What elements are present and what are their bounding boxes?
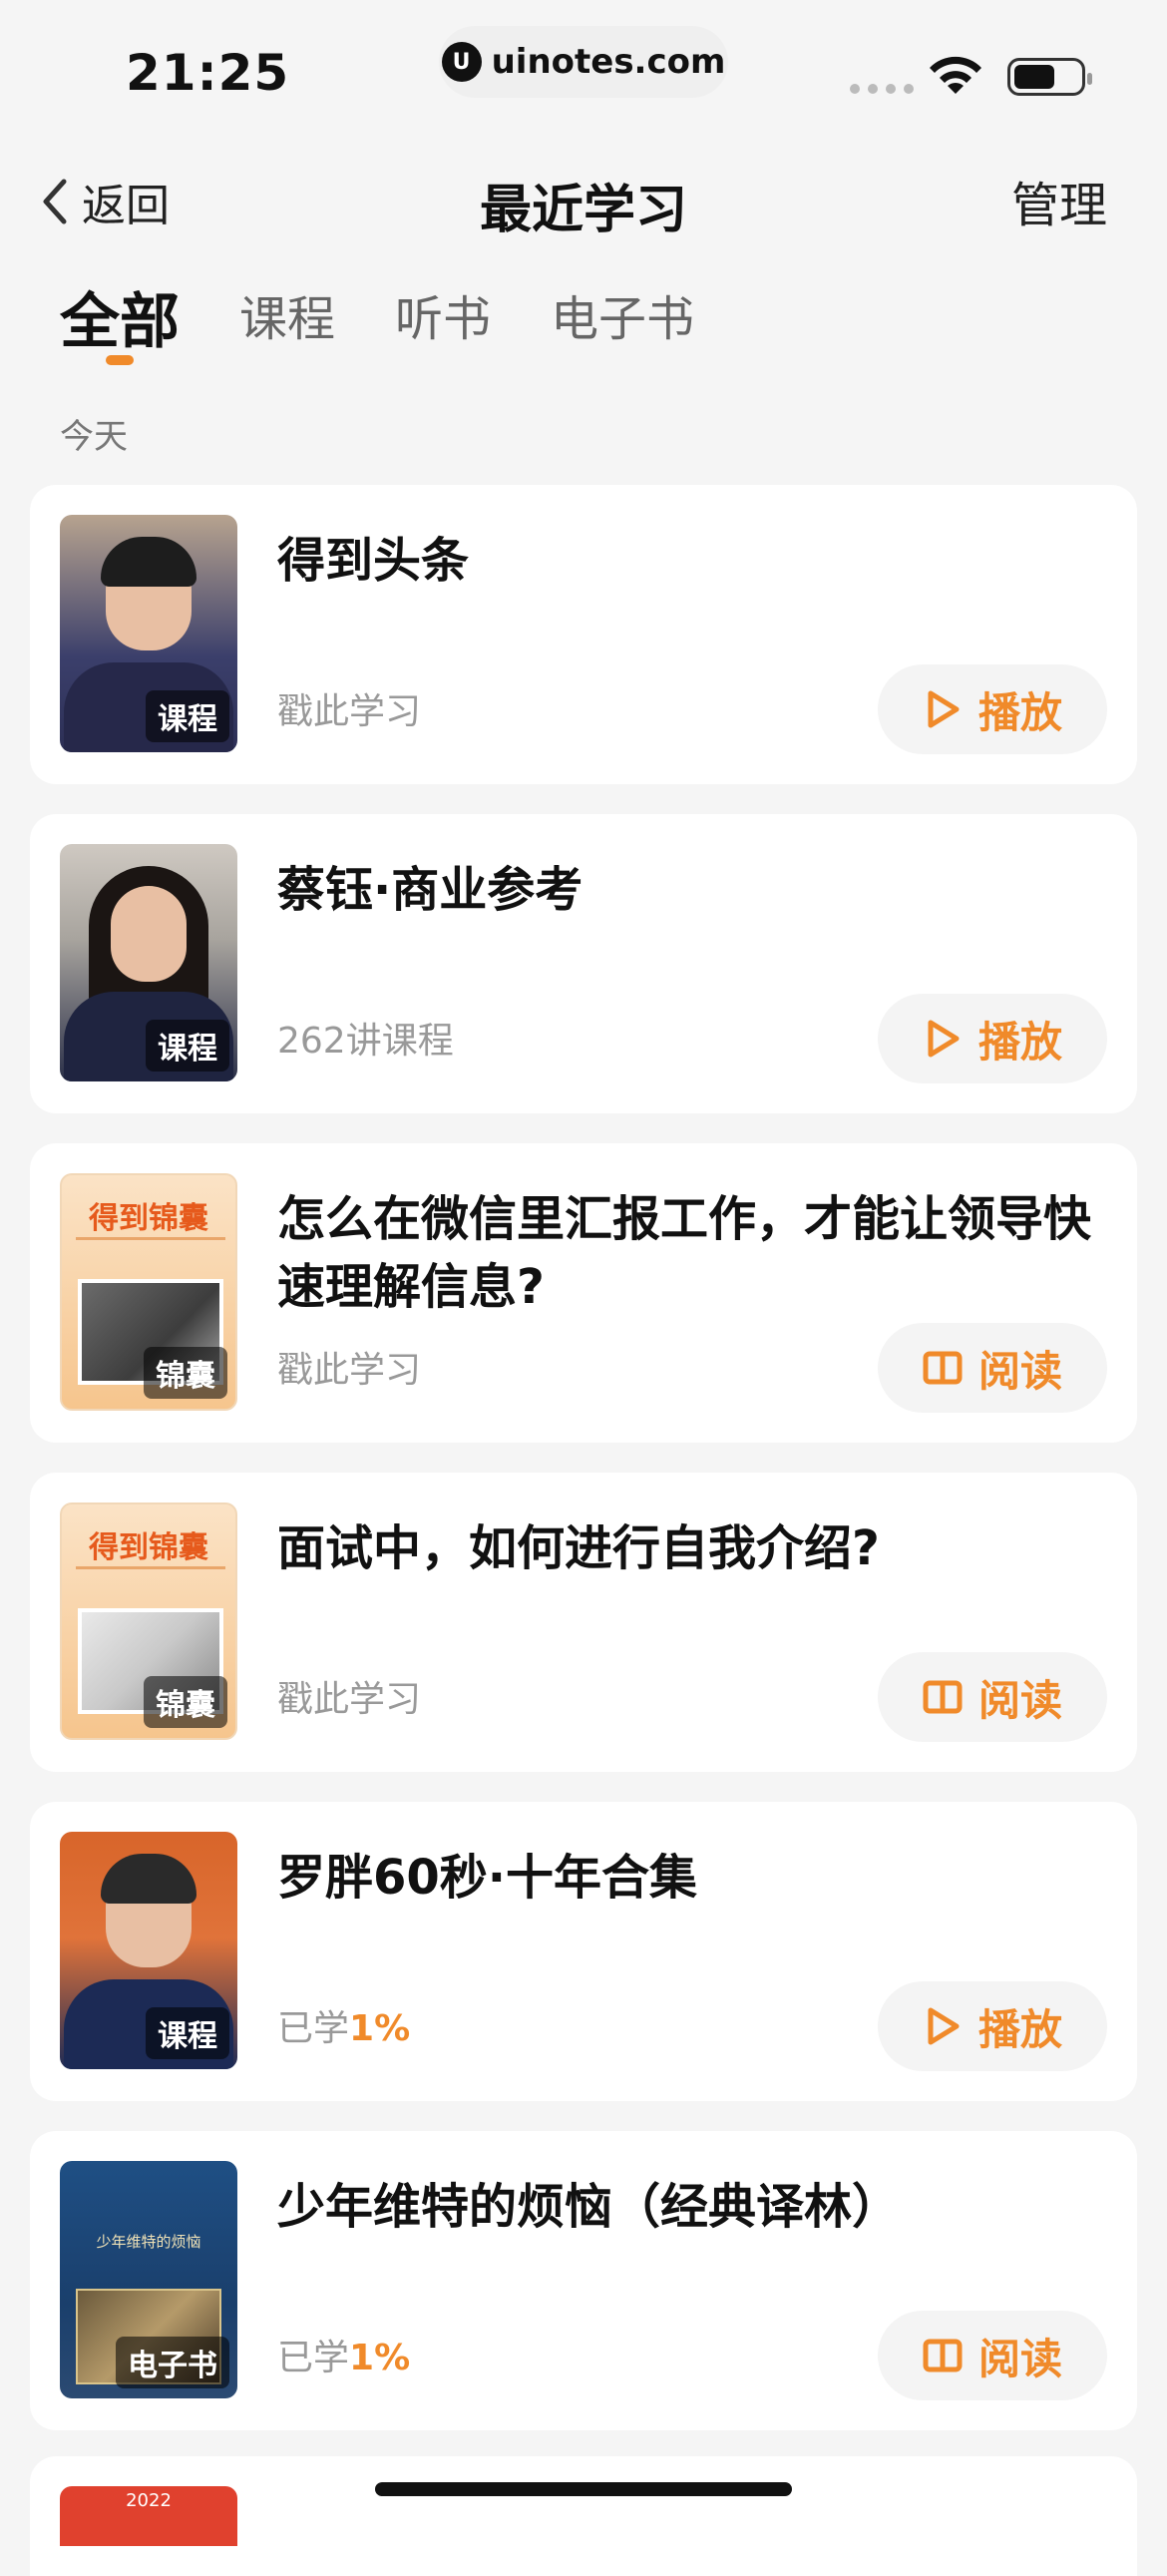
course-cover: 课程 <box>60 844 237 1081</box>
progress-value: 1% <box>349 2338 411 2378</box>
list-item[interactable]: 课程 蔡钰·商业参考 262讲课程 播放 <box>30 814 1137 1113</box>
course-cover: 课程 <box>60 1832 237 2069</box>
play-icon <box>928 690 960 728</box>
play-label: 播放 <box>977 1017 1062 1067</box>
active-tab-indicator <box>106 355 134 365</box>
status-time: 21:25 <box>126 44 290 102</box>
tab-ebooks[interactable]: 电子书 <box>551 279 694 349</box>
jinnang-cover: 得到锦囊 锦囊 <box>60 1173 237 1411</box>
url-pill: U uinotes.com <box>439 26 728 98</box>
read-button[interactable]: 阅读 <box>878 2311 1107 2400</box>
ebook-cover: 2022 <box>60 2486 237 2546</box>
cover-title: 少年维特的烦恼 <box>96 2233 201 2251</box>
read-label: 阅读 <box>977 1346 1062 1396</box>
item-subtitle: 262讲课程 <box>277 1021 454 1062</box>
course-cover: 课程 <box>60 515 237 752</box>
site-logo-icon: U <box>441 42 482 82</box>
read-button[interactable]: 阅读 <box>878 1323 1107 1413</box>
play-label: 播放 <box>977 687 1062 737</box>
type-tag: 锦囊 <box>144 1676 227 1728</box>
play-button[interactable]: 播放 <box>878 664 1107 754</box>
read-button[interactable]: 阅读 <box>878 1652 1107 1742</box>
item-title: 得到头条 <box>277 533 470 589</box>
cover-title: 得到锦囊 <box>89 1201 208 1236</box>
status-bar: 21:25 U uinotes.com <box>0 0 1167 140</box>
ebook-cover: 少年维特的烦恼 电子书 <box>60 2161 237 2398</box>
item-title: 罗胖60秒·十年合集 <box>277 1850 698 1906</box>
list-item[interactable]: 少年维特的烦恼 电子书 少年维特的烦恼（经典译林） 已学1% 阅读 <box>30 2131 1137 2430</box>
book-icon <box>923 1351 963 1385</box>
type-tag: 课程 <box>146 690 229 742</box>
tab-all[interactable]: 全部 <box>60 273 180 360</box>
play-button[interactable]: 播放 <box>878 1981 1107 2071</box>
read-label: 阅读 <box>977 2334 1062 2383</box>
home-indicator[interactable] <box>375 2482 792 2496</box>
site-url: uinotes.com <box>491 42 726 82</box>
list-item[interactable]: 课程 得到头条 戳此学习 播放 <box>30 485 1137 784</box>
book-icon <box>923 1680 963 1714</box>
page-title: 最近学习 <box>479 181 687 240</box>
tab-courses[interactable]: 课程 <box>239 279 335 349</box>
item-title: 少年维特的烦恼（经典译林） <box>277 2179 901 2235</box>
item-title: 怎么在微信里汇报工作，才能让领导快速理解信息? <box>277 1191 1092 1315</box>
progress-prefix: 已学 <box>277 2008 350 2049</box>
progress-prefix: 已学 <box>277 2338 350 2378</box>
type-tag: 锦囊 <box>144 1347 227 1399</box>
progress-text: 已学1% <box>277 1999 410 2051</box>
category-tabs: 全部 课程 听书 电子书 <box>0 279 1167 369</box>
item-subtitle: 戳此学习 <box>277 1350 422 1391</box>
play-button[interactable]: 播放 <box>878 994 1107 1083</box>
list-item[interactable]: 得到锦囊 锦囊 面试中，如何进行自我介绍? 戳此学习 阅读 <box>30 1473 1137 1772</box>
list-item-partial[interactable]: 2022 <box>30 2456 1137 2576</box>
list-item[interactable]: 得到锦囊 锦囊 怎么在微信里汇报工作，才能让领导快速理解信息? 戳此学习 阅读 <box>30 1143 1137 1443</box>
jinnang-cover: 得到锦囊 锦囊 <box>60 1503 237 1740</box>
section-label-today: 今天 <box>60 417 128 457</box>
wifi-icon <box>930 56 981 94</box>
manage-button[interactable]: 管理 <box>1011 166 1107 235</box>
book-icon <box>923 2339 963 2372</box>
battery-icon <box>1007 58 1092 96</box>
list-item[interactable]: 课程 罗胖60秒·十年合集 已学1% 播放 <box>30 1802 1137 2101</box>
play-label: 播放 <box>977 2004 1062 2054</box>
type-tag: 电子书 <box>116 2337 229 2388</box>
tab-audiobooks[interactable]: 听书 <box>395 279 491 349</box>
cover-title: 得到锦囊 <box>89 1530 208 1565</box>
read-label: 阅读 <box>977 1675 1062 1725</box>
play-icon <box>928 2007 960 2045</box>
item-title: 面试中，如何进行自我介绍? <box>277 1520 880 1576</box>
type-tag: 课程 <box>146 2007 229 2059</box>
progress-value: 1% <box>349 2008 411 2049</box>
progress-text: 已学1% <box>277 2329 410 2380</box>
signal-icon <box>850 84 914 94</box>
play-icon <box>928 1020 960 1058</box>
item-subtitle: 戳此学习 <box>277 691 422 732</box>
type-tag: 课程 <box>146 1020 229 1072</box>
item-title: 蔡钰·商业参考 <box>277 862 584 918</box>
item-subtitle: 戳此学习 <box>277 1679 422 1720</box>
nav-bar: 返回 最近学习 管理 <box>0 150 1167 249</box>
